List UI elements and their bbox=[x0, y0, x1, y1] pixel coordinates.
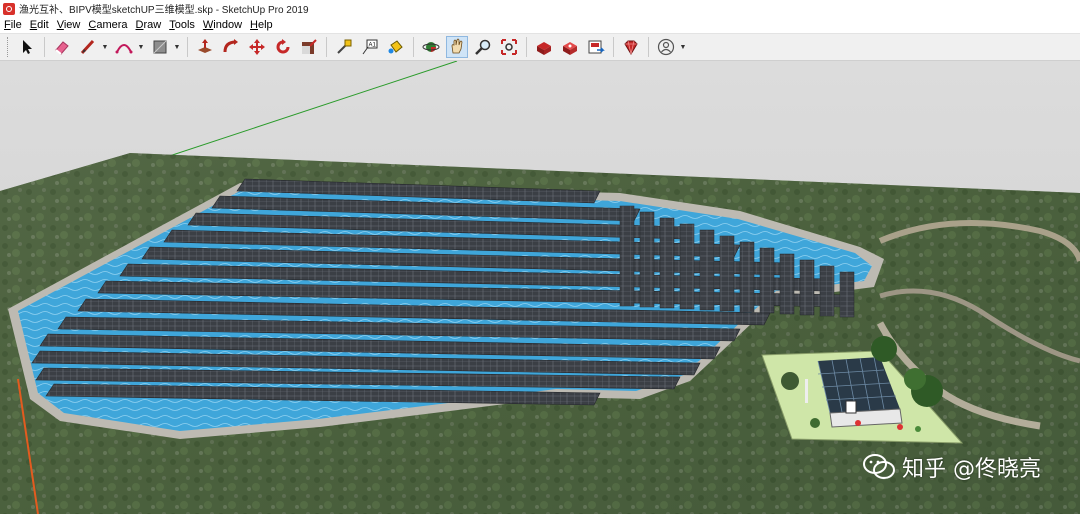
toolbar-separator bbox=[326, 37, 327, 57]
zoom-extents-icon[interactable] bbox=[498, 36, 520, 58]
warehouse-icon[interactable] bbox=[533, 36, 555, 58]
menu-view[interactable]: View bbox=[53, 17, 85, 33]
arc-dropdown-chevron-down-icon[interactable]: ▼ bbox=[137, 36, 145, 58]
toolbar-separator bbox=[526, 37, 527, 57]
toolbar-grip[interactable] bbox=[7, 37, 11, 57]
bipv-door bbox=[845, 400, 857, 414]
svg-text:A1: A1 bbox=[369, 43, 377, 49]
menu-draw[interactable]: Draw bbox=[132, 17, 166, 33]
menu-edit[interactable]: Edit bbox=[26, 17, 53, 33]
solar-panel-column bbox=[819, 265, 835, 317]
tape-measure-icon[interactable] bbox=[333, 36, 355, 58]
toolbar-separator bbox=[613, 37, 614, 57]
menu-file[interactable]: File bbox=[0, 17, 26, 33]
toolbar-separator bbox=[187, 37, 188, 57]
scale-icon[interactable] bbox=[298, 36, 320, 58]
tree bbox=[781, 372, 799, 390]
menu-tools[interactable]: Tools bbox=[165, 17, 199, 33]
account-dropdown-chevron-down-icon[interactable]: ▼ bbox=[679, 36, 687, 58]
zoom-icon[interactable] bbox=[472, 36, 494, 58]
sketchup-app-icon bbox=[3, 2, 15, 15]
menu-help[interactable]: Help bbox=[246, 17, 277, 33]
toolbar-separator bbox=[44, 37, 45, 57]
solar-panel-column bbox=[759, 247, 775, 314]
solar-panel-column bbox=[679, 223, 695, 310]
shrub bbox=[855, 420, 861, 426]
shrub bbox=[810, 418, 820, 428]
tree bbox=[904, 368, 926, 390]
toolbar-separator bbox=[413, 37, 414, 57]
model-viewport[interactable]: 知乎 @佟晓亮 bbox=[0, 61, 1080, 514]
solar-panel-column bbox=[779, 253, 795, 315]
shrub bbox=[915, 426, 921, 432]
rotate-icon[interactable] bbox=[272, 36, 294, 58]
title-bar: 渔光互补、BIPV模型sketchUP三维模型.skp - SketchUp P… bbox=[0, 0, 1080, 17]
window-title: 渔光互补、BIPV模型sketchUP三维模型.skp - SketchUp P… bbox=[19, 5, 309, 16]
solar-panel-column bbox=[739, 241, 755, 313]
menu-bar: File Edit View Camera Draw Tools Window … bbox=[0, 17, 1080, 33]
account-icon[interactable] bbox=[655, 36, 677, 58]
watermark-text: 知乎 @佟晓亮 bbox=[902, 457, 1041, 482]
zhihu-watermark: 知乎 @佟晓亮 bbox=[862, 446, 1041, 488]
solar-panel-column bbox=[699, 229, 715, 311]
ruby-icon[interactable] bbox=[620, 36, 642, 58]
solar-panel-column bbox=[719, 235, 735, 312]
rectangle-icon[interactable] bbox=[149, 36, 171, 58]
light-pole bbox=[805, 379, 808, 403]
solar-panel-column bbox=[659, 217, 675, 309]
menu-window[interactable]: Window bbox=[199, 17, 246, 33]
select-icon[interactable] bbox=[16, 36, 38, 58]
solar-panel-column bbox=[619, 205, 635, 307]
toolbar-separator bbox=[648, 37, 649, 57]
text-icon[interactable]: A1 bbox=[359, 36, 381, 58]
pan-icon[interactable] bbox=[446, 36, 468, 58]
solar-panel-column bbox=[639, 211, 655, 308]
wechat-logo-icon bbox=[863, 454, 895, 479]
main-toolbar: ▼ ▼ ▼ A1 ▼ bbox=[0, 33, 1080, 61]
extension-icon[interactable] bbox=[559, 36, 581, 58]
sketchup-window: 渔光互补、BIPV模型sketchUP三维模型.skp - SketchUp P… bbox=[0, 0, 1080, 514]
shrub bbox=[897, 424, 903, 430]
orbit-icon[interactable] bbox=[420, 36, 442, 58]
menu-camera[interactable]: Camera bbox=[84, 17, 131, 33]
line-dropdown-chevron-down-icon[interactable]: ▼ bbox=[101, 36, 109, 58]
follow-me-icon[interactable] bbox=[220, 36, 242, 58]
line-icon[interactable] bbox=[77, 36, 99, 58]
arc-icon[interactable] bbox=[113, 36, 135, 58]
eraser-icon[interactable] bbox=[51, 36, 73, 58]
push-pull-icon[interactable] bbox=[194, 36, 216, 58]
tree bbox=[871, 336, 897, 362]
solar-panel-column bbox=[799, 259, 815, 316]
solar-panel-column bbox=[839, 271, 855, 318]
move-icon[interactable] bbox=[246, 36, 268, 58]
rectangle-dropdown-chevron-down-icon[interactable]: ▼ bbox=[173, 36, 181, 58]
paint-bucket-icon[interactable] bbox=[385, 36, 407, 58]
send-layout-icon[interactable] bbox=[585, 36, 607, 58]
